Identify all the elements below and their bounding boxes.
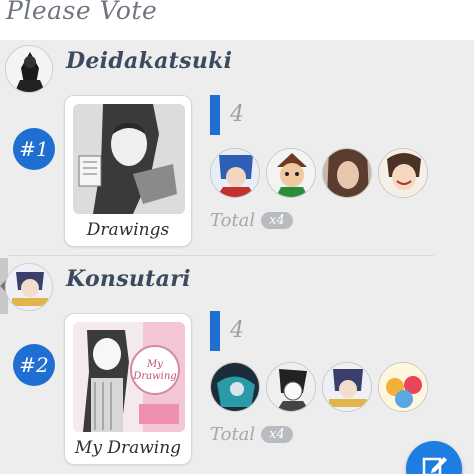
header-bar: Please Vote: [0, 0, 474, 40]
voter-avatar[interactable]: [322, 362, 372, 412]
card-label: Drawings: [86, 220, 170, 240]
voter-avatar[interactable]: [378, 362, 428, 412]
poll-entry: Konsutari #2 My Drawing My Drawing 4 Tot…: [0, 258, 474, 474]
submission-card[interactable]: Drawings: [64, 95, 192, 247]
card-image-title: My: [146, 359, 163, 370]
submission-image[interactable]: My Drawing: [73, 322, 185, 432]
total-row: Total x4: [210, 424, 293, 445]
avatar[interactable]: [5, 45, 53, 93]
poll-entry: Deidakatsuki #1 Drawings 4 Total x4: [0, 40, 474, 255]
submission-card[interactable]: My Drawing My Drawing: [64, 313, 192, 465]
total-label: Total: [210, 210, 256, 231]
voter-list: [210, 148, 428, 198]
vote-bar: [210, 311, 220, 351]
voter-avatar[interactable]: [210, 148, 260, 198]
voter-avatar[interactable]: [378, 148, 428, 198]
username[interactable]: Deidakatsuki: [66, 48, 232, 74]
voter-avatar[interactable]: [266, 148, 316, 198]
voter-avatar[interactable]: [266, 362, 316, 412]
vote-count: 4: [230, 318, 244, 343]
page-title: Please Vote: [6, 0, 158, 25]
total-count-badge: x4: [261, 212, 293, 229]
voter-avatar[interactable]: [322, 148, 372, 198]
total-row: Total x4: [210, 210, 293, 231]
vote-count: 4: [230, 102, 244, 127]
voter-list: [210, 362, 428, 412]
rank-badge: #2: [13, 344, 55, 386]
total-label: Total: [210, 424, 256, 445]
voter-avatar[interactable]: [210, 362, 260, 412]
card-image-subtitle: Drawing: [132, 371, 176, 382]
rank-badge: #1: [13, 128, 55, 170]
submission-image[interactable]: [73, 104, 185, 214]
edit-icon: [422, 457, 447, 474]
divider: [8, 255, 434, 256]
vote-bar: [210, 95, 220, 135]
total-count-badge: x4: [261, 426, 293, 443]
username[interactable]: Konsutari: [66, 266, 191, 292]
card-label: My Drawing: [74, 438, 182, 458]
avatar[interactable]: [5, 263, 53, 311]
